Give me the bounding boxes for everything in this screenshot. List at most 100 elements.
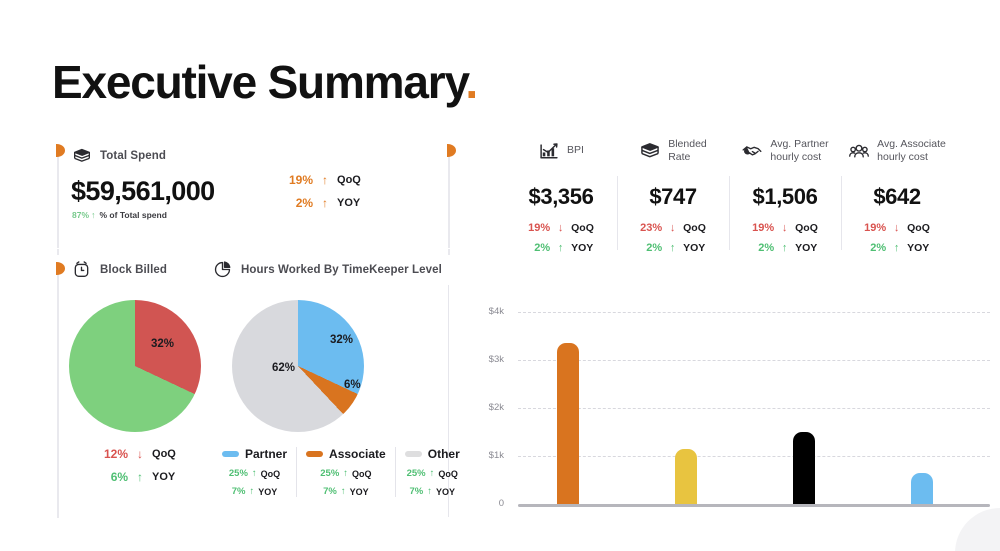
kpi-blended-rate-value: $747 [649, 184, 697, 209]
legend-swatch-partner [222, 451, 239, 457]
arrow-up-icon: ↑ [137, 470, 144, 484]
legend-other-head: Other [404, 447, 460, 461]
arrow-down-icon: ↓ [781, 222, 788, 234]
delta-label: YOY [152, 471, 176, 483]
kpi-avg-associate-value: $642 [873, 184, 921, 209]
arrow-up-icon: ↑ [249, 486, 255, 497]
block-billed-pie-chart [69, 300, 201, 432]
y-axis-tick: $3k [488, 354, 504, 365]
clock-icon [72, 260, 92, 280]
kpi-avg-partner-value: $1,506 [752, 184, 818, 209]
bar[interactable] [792, 431, 815, 504]
y-axis-tick: 0 [498, 498, 504, 509]
pie-chart-icon [213, 260, 233, 280]
delta-label: YOY [683, 242, 706, 254]
money-stack-icon [639, 140, 661, 162]
delta-pct: 6% [110, 470, 129, 484]
accent-dot-block-billed [56, 262, 65, 275]
kpi-avg-partner-header: Avg. Partner hourly cost [741, 132, 829, 170]
hours-worked-pie-chart [232, 300, 364, 432]
arrow-up-icon: ↑ [91, 210, 96, 220]
delta-pct: 25% [406, 468, 426, 479]
page-title-dot: . [465, 56, 478, 108]
hours-worked-header: Hours Worked By TimeKeeper Level [213, 260, 442, 280]
delta-pct: 19% [289, 173, 314, 187]
delta-label: QoQ [438, 468, 458, 479]
legend-label-partner: Partner [245, 447, 288, 461]
delta-pct: 25% [228, 468, 248, 479]
kpi-avg-associate-header: Avg. Associate hourly cost [848, 132, 946, 170]
legend-swatch-other [404, 451, 422, 457]
block-billed-header: Block Billed [72, 260, 167, 280]
kpi-card-bpi[interactable]: BPI $3,356 19% ↓ QoQ 2% ↑ YOY [505, 132, 617, 254]
delta-pct: 2% [534, 242, 551, 254]
hours-slice-label-associate: 6% [344, 379, 361, 391]
delta-pct: 7% [231, 486, 246, 497]
legend-row-yoy: 7% ↑ YOY [409, 486, 455, 497]
total-spend-title: Total Spend [100, 150, 167, 162]
arrow-up-icon: ↑ [427, 486, 432, 497]
block-billed-title: Block Billed [100, 264, 168, 276]
bar[interactable] [674, 448, 697, 504]
handshake-icon [741, 140, 763, 162]
block-billed-deltas: 12% ↓ QoQ 6% ↑ YOY [104, 447, 176, 484]
kpi-strip: BPI $3,356 19% ↓ QoQ 2% ↑ YOY Blended Ra… [505, 132, 953, 254]
legend-partner-head: Partner [222, 447, 287, 461]
hours-worked-legend: Partner 25% ↑ QoQ 7% ↑ YOY Associate 25%… [213, 447, 469, 497]
arrow-down-icon: ↓ [557, 222, 564, 234]
hours-slice-label-partner: 32% [330, 334, 354, 346]
bar[interactable] [556, 342, 579, 504]
kpi-bpi-deltas: 19% ↓ QoQ 2% ↑ YOY [528, 222, 594, 254]
y-axis-tick: $2k [488, 402, 504, 413]
arrow-up-icon: ↑ [340, 486, 346, 497]
people-group-icon [848, 140, 870, 162]
delta-label: QoQ [683, 222, 706, 234]
accent-rule-right [448, 150, 450, 255]
arrow-down-icon: ↓ [893, 222, 900, 234]
delta-pct: 12% [104, 447, 129, 461]
legend-item-other[interactable]: Other 25% ↑ QoQ 7% ↑ YOY [394, 447, 469, 497]
delta-pct: 23% [640, 222, 663, 234]
page-title-text: Executive Summary [52, 56, 467, 108]
delta-label: QoQ [352, 468, 372, 479]
legend-item-associate[interactable]: Associate 25% ↑ QoQ 7% ↑ YOY [296, 447, 395, 497]
delta-label: QoQ [571, 222, 594, 234]
accent-dot-total-spend [56, 144, 65, 157]
kpi-card-avg-partner-hourly-cost[interactable]: Avg. Partner hourly cost $1,506 19% ↓ Qo… [729, 132, 841, 254]
gridline [518, 456, 990, 457]
arrow-down-icon: ↓ [669, 222, 676, 234]
legend-row-yoy: 7% ↑ YOY [323, 486, 369, 497]
delta-label: YOY [337, 197, 361, 209]
arrow-down-icon: ↓ [137, 447, 144, 461]
delta-pct: 25% [320, 468, 340, 479]
y-axis-tick: $1k [488, 450, 504, 461]
delta-label: YOY [907, 242, 930, 254]
bar[interactable] [910, 473, 933, 504]
delta-pct: 7% [323, 486, 337, 497]
legend-label-associate: Associate [329, 447, 386, 461]
delta-label: YOY [795, 242, 818, 254]
kpi-avg-partner-title: Avg. Partner hourly cost [770, 137, 829, 163]
kpi-bpi-title: BPI [567, 144, 584, 157]
legend-item-partner[interactable]: Partner 25% ↑ QoQ 7% ↑ YOY [213, 447, 296, 497]
total-spend-header: Total Spend [72, 146, 166, 166]
delta-label: QoQ [795, 222, 818, 234]
kpi-bpi-value: $3,356 [528, 184, 594, 209]
kpi-card-blended-rate[interactable]: Blended Rate $747 23% ↓ QoQ 2% ↑ YOY [617, 132, 729, 254]
delta-label: QoQ [152, 448, 176, 460]
delta-pct: 2% [870, 242, 887, 254]
delta-label: QoQ [907, 222, 930, 234]
money-stack-icon [72, 146, 92, 166]
kpi-avg-associate-deltas: 19% ↓ QoQ 2% ↑ YOY [864, 222, 930, 254]
legend-row-qoq: 25% ↑ QoQ [407, 468, 458, 479]
kpi-bpi-header: BPI [538, 132, 584, 170]
legend-label-other: Other [427, 447, 460, 461]
legend-associate-head: Associate [306, 447, 386, 461]
kpi-card-avg-associate-hourly-cost[interactable]: Avg. Associate hourly cost $642 19% ↓ Qo… [841, 132, 953, 254]
arrow-up-icon: ↑ [343, 468, 349, 479]
legend-row-qoq: 25% ↑ QoQ [229, 468, 280, 479]
legend-row-yoy: 7% ↑ YOY [232, 486, 278, 497]
gridline [518, 312, 990, 313]
delta-label: YOY [435, 486, 455, 497]
arrow-up-icon: ↑ [322, 196, 329, 210]
